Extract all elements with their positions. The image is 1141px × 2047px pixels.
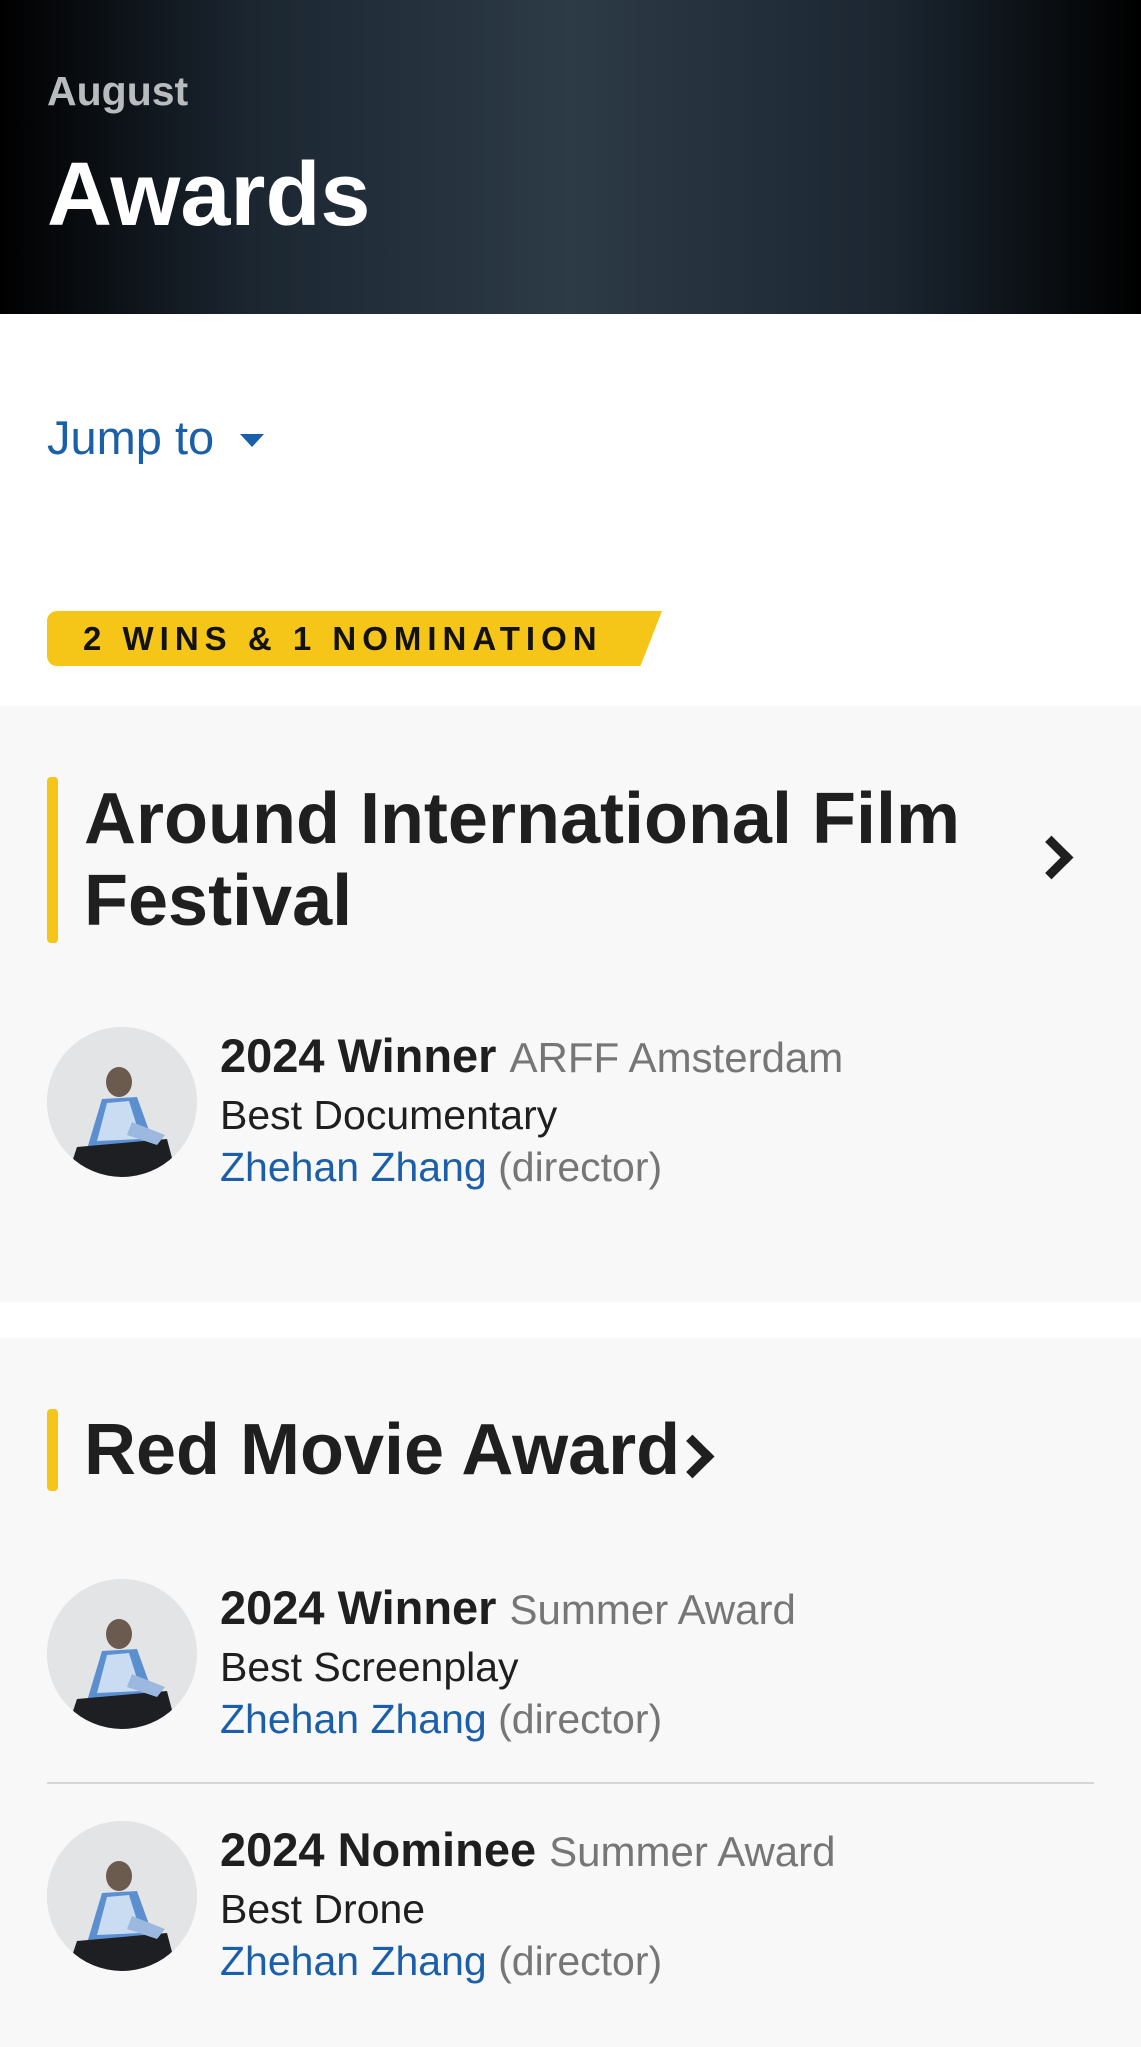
section-title-line: Red Movie Award xyxy=(84,1410,681,1490)
person-link[interactable]: Zhehan Zhang xyxy=(220,1938,487,1984)
award-category: Best Screenplay xyxy=(220,1644,519,1690)
section-title-line: Around International Film xyxy=(84,779,960,859)
section-title-link[interactable]: Around International Film Festival xyxy=(84,778,960,942)
section-accent-bar xyxy=(47,1409,58,1491)
chevron-right-icon[interactable] xyxy=(1029,835,1074,880)
person-photo xyxy=(47,1027,197,1177)
section-title-line: Festival xyxy=(84,861,353,941)
award-event: Summer Award xyxy=(549,1828,836,1875)
award-category: Best Drone xyxy=(220,1886,426,1932)
award-category: Best Documentary xyxy=(220,1092,558,1138)
award-outcome: 2024 Nominee xyxy=(220,1823,537,1876)
person-avatar[interactable] xyxy=(47,1579,197,1729)
award-entry: 2024 Nominee Summer Award Best Drone Zhe… xyxy=(220,1821,836,1987)
person-avatar[interactable] xyxy=(47,1821,197,1971)
awards-summary-text: 2 WINS & 1 NOMINATION xyxy=(83,619,603,657)
award-section-card: Around International Film Festival 2024 … xyxy=(0,706,1141,1302)
person-photo xyxy=(47,1579,197,1729)
caret-down-icon xyxy=(240,434,265,447)
person-photo xyxy=(47,1821,197,1971)
person-link[interactable]: Zhehan Zhang xyxy=(220,1696,487,1742)
person-link[interactable]: Zhehan Zhang xyxy=(220,1144,487,1190)
award-event: ARFF Amsterdam xyxy=(509,1034,844,1081)
person-avatar[interactable] xyxy=(47,1027,197,1177)
jump-to-label: Jump to xyxy=(47,411,215,464)
award-section-card: Red Movie Award 2024 Winner Summer Award… xyxy=(0,1338,1141,2047)
page-title: Awards xyxy=(47,145,371,245)
section-title-link[interactable]: Red Movie Award xyxy=(84,1409,680,1491)
award-outcome: 2024 Winner xyxy=(220,1029,497,1082)
award-entry: 2024 Winner Summer Award Best Screenplay… xyxy=(220,1579,796,1745)
page-header: August Awards xyxy=(0,0,1141,314)
award-event: Summer Award xyxy=(509,1586,796,1633)
section-accent-bar xyxy=(47,777,58,943)
header-subtitle: August xyxy=(47,68,189,114)
person-role: (director) xyxy=(498,1938,663,1984)
jump-to-dropdown[interactable]: Jump to xyxy=(47,410,265,465)
person-role: (director) xyxy=(498,1696,663,1742)
award-entry: 2024 Winner ARFF Amsterdam Best Document… xyxy=(220,1027,843,1193)
row-divider xyxy=(47,1782,1094,1784)
award-outcome: 2024 Winner xyxy=(220,1581,497,1634)
person-role: (director) xyxy=(498,1144,663,1190)
awards-summary-badge: 2 WINS & 1 NOMINATION xyxy=(47,611,662,666)
